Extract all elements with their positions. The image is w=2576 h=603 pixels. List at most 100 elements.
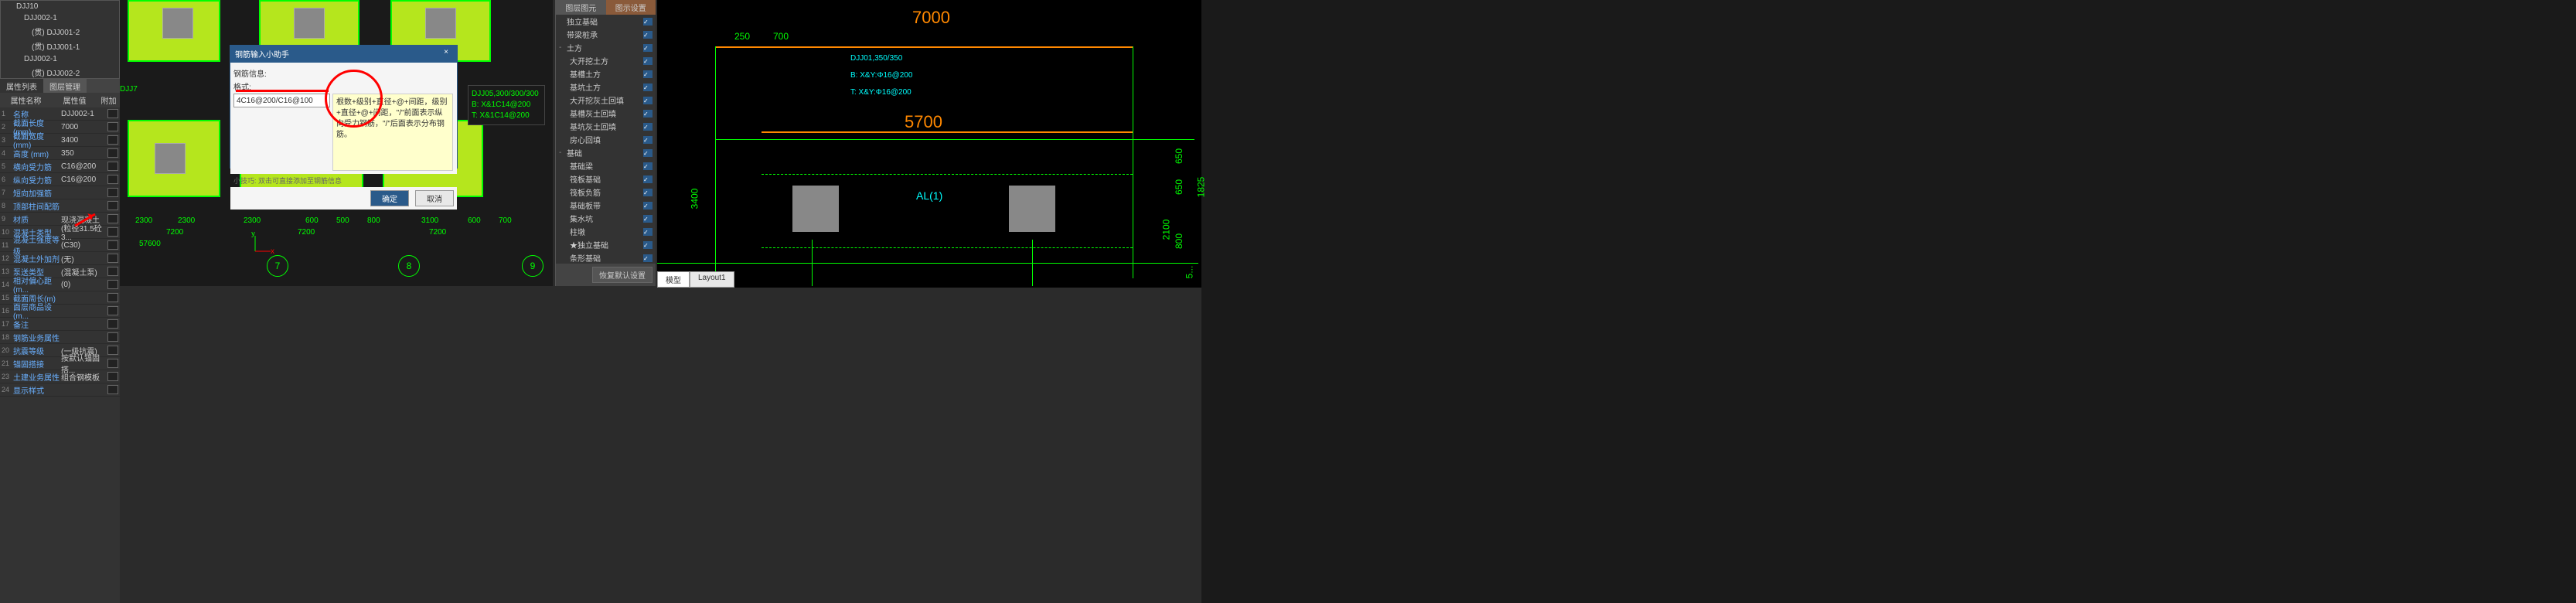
tip-text: 小技巧: 双击可直接添加至钢筋信息: [230, 174, 457, 187]
properties-panel: 属性列表 图层管理 属性名称属性值附加 1名称DJJ002-12截面长度 (mm…: [0, 79, 120, 603]
tab-layer-elements[interactable]: 图层图元: [556, 0, 606, 15]
dialog-titlebar[interactable]: 钢筋输入小助手 ×: [230, 46, 457, 63]
layer-item[interactable]: ★独立基础: [556, 238, 656, 251]
dimension: 600: [468, 216, 481, 225]
layer-item[interactable]: 集水坑: [556, 212, 656, 225]
dimension: 2100: [1160, 220, 1171, 240]
layer-group[interactable]: -土方: [556, 41, 656, 54]
layer-group[interactable]: 带梁桩承: [556, 28, 656, 41]
dimension: 2300: [178, 216, 195, 225]
dimension: 650: [1174, 148, 1184, 164]
layer-item[interactable]: 筏板基础: [556, 172, 656, 186]
svg-text:y: y: [251, 232, 255, 238]
element-label: AL(1): [916, 189, 942, 202]
property-row[interactable]: 16面层商品设(m...: [0, 305, 120, 318]
rebar-format-input[interactable]: [233, 94, 330, 107]
layer-item[interactable]: 基槽土方: [556, 67, 656, 80]
component-tree[interactable]: DJJ10 DJJ002-1 (贯) DJJ001-2 (贯) DJJ001-1…: [0, 0, 120, 79]
restore-defaults-button[interactable]: 恢复默认设置: [592, 267, 653, 283]
dimension: 2300: [244, 216, 261, 225]
property-row[interactable]: 5横向受力筋C16@200: [0, 160, 120, 173]
dimension: 7200: [298, 228, 315, 237]
property-row[interactable]: 8顶部柱间配筋: [0, 199, 120, 213]
dimension: 700: [499, 216, 512, 225]
property-row[interactable]: 24显示样式: [0, 383, 120, 397]
dimension: 1825: [1195, 177, 1206, 198]
dim-line: [762, 131, 1133, 133]
dimension: 600: [305, 216, 319, 225]
dimension: 3400: [689, 189, 700, 210]
layer-item[interactable]: 基槽灰土回填: [556, 107, 656, 120]
panel-footer: 恢复默认设置: [556, 264, 656, 286]
layer-item[interactable]: 柱墩: [556, 225, 656, 238]
svg-text:x: x: [271, 247, 274, 255]
grid-bubble: 8: [398, 255, 420, 277]
cancel-button[interactable]: 取消: [415, 190, 454, 206]
property-row[interactable]: 17备注: [0, 318, 120, 331]
layer-item[interactable]: 房心回填: [556, 133, 656, 146]
info-overlay: DJJ05,300/300/300 B: X&1C14@200 T: X&1C1…: [468, 85, 545, 125]
grid-bubble: 9: [522, 255, 543, 277]
dimension: 7000: [912, 8, 950, 28]
tab-layout1[interactable]: Layout1: [690, 271, 734, 288]
property-row[interactable]: 6纵向受力筋C16@200: [0, 173, 120, 186]
tree-root[interactable]: DJJ10: [1, 1, 119, 12]
column: [792, 186, 839, 232]
layer-group[interactable]: 独立基础: [556, 15, 656, 28]
property-row[interactable]: 21锚固搭接按默认锚固搭...: [0, 357, 120, 370]
tree-item[interactable]: DJJ002-1: [1, 12, 119, 24]
tab-properties[interactable]: 属性列表: [0, 79, 43, 93]
dimension: 7200: [429, 228, 446, 237]
property-row[interactable]: 18钢筋业务属性: [0, 331, 120, 344]
tree-item[interactable]: (贯) DJJ001-1: [1, 39, 119, 53]
dimension: 2300: [135, 216, 152, 225]
ok-button[interactable]: 确定: [370, 190, 409, 206]
layer-item[interactable]: 基坑灰土回填: [556, 120, 656, 133]
dimension: 7200: [166, 228, 183, 237]
layer-item[interactable]: 大开挖土方: [556, 54, 656, 67]
tree-item[interactable]: (贯) DJJ001-2: [1, 24, 119, 39]
property-row[interactable]: 7短向加强筋: [0, 186, 120, 199]
dimension: 5700: [905, 112, 942, 132]
layer-item[interactable]: 筏板负筋: [556, 186, 656, 199]
dimension: 5...: [1184, 266, 1194, 279]
dimension: 250: [734, 31, 750, 42]
layer-item[interactable]: 基坑土方: [556, 80, 656, 94]
layer-group[interactable]: -基础: [556, 146, 656, 159]
tab-display-settings[interactable]: 图示设置: [606, 0, 656, 15]
annotation-underline: [236, 90, 329, 92]
axis-widget[interactable]: yx: [251, 232, 274, 255]
tab-model[interactable]: 模型: [657, 271, 690, 288]
rebar-label: DJJ01,350/350 B: X&Y:Φ16@200 T: X&Y:Φ16@…: [850, 50, 912, 101]
property-row[interactable]: 3截面宽度 (mm)3400: [0, 134, 120, 147]
dim-line: [715, 46, 1133, 48]
grid-bubble: 7: [267, 255, 288, 277]
layer-item[interactable]: 基础梁: [556, 159, 656, 172]
annotation-circle: [325, 70, 383, 128]
column: [1009, 186, 1055, 232]
tree-item[interactable]: DJJ002-1: [1, 53, 119, 65]
dimension: 800: [367, 216, 380, 225]
layer-item[interactable]: 大开挖灰土回填: [556, 94, 656, 107]
property-row[interactable]: 4高度 (mm)350: [0, 147, 120, 160]
close-icon[interactable]: ×: [440, 48, 452, 60]
coordinate: 57600: [139, 240, 161, 248]
dimension: 800: [1174, 233, 1184, 249]
property-row[interactable]: 14相对偏心距 (m...(0): [0, 278, 120, 291]
property-row[interactable]: 23土建业务属性组合钢模板: [0, 370, 120, 383]
layer-item[interactable]: 条形基础: [556, 251, 656, 264]
property-row[interactable]: 11混凝土强度等级(C30): [0, 239, 120, 252]
tab-layers[interactable]: 图层管理: [43, 79, 87, 93]
layer-panel: 图层图元 图示设置 独立基础带梁桩承-土方大开挖土方基槽土方基坑土方大开挖灰土回…: [555, 0, 656, 286]
element-label: DJJ7: [120, 85, 138, 94]
detail-view[interactable]: 7000 250 700 DJJ01,350/350 B: X&Y:Φ16@20…: [657, 0, 1201, 288]
dimension: 650: [1174, 179, 1184, 195]
dimension: 3100: [421, 216, 438, 225]
view-tabs: 模型 Layout1: [657, 271, 734, 288]
props-header: 属性名称属性值附加: [0, 93, 120, 107]
property-row[interactable]: 12混凝土外加剂(无): [0, 252, 120, 265]
dimension: 500: [336, 216, 349, 225]
tree-item[interactable]: (贯) DJJ002-2: [1, 65, 119, 80]
layer-item[interactable]: 基础板带: [556, 199, 656, 212]
dimension: 700: [773, 31, 789, 42]
